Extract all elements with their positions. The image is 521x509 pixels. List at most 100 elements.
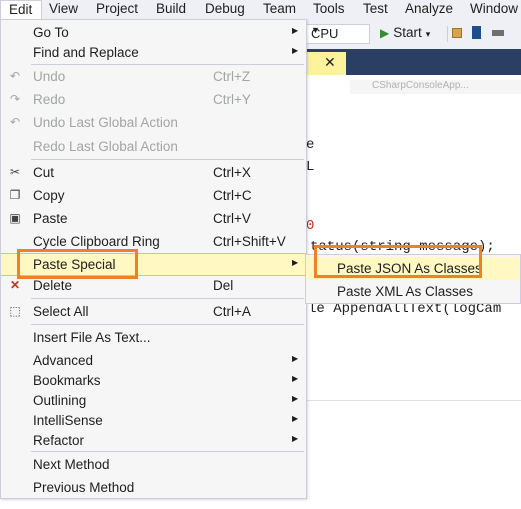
document-tab-strip: ✕ <box>306 49 521 75</box>
highlight-box <box>314 245 482 278</box>
submenu-arrow-icon: ▶ <box>292 26 299 35</box>
menu-item-label: Cycle Clipboard Ring <box>33 234 160 249</box>
platform-dropdown[interactable]: CPU ▼ <box>306 24 370 44</box>
redo-icon: ↷ <box>9 92 21 106</box>
menu-item-next-method[interactable]: Next Method <box>1 454 306 476</box>
menu-item-label: Redo <box>33 92 66 107</box>
menu-separator <box>31 324 304 325</box>
submenu-arrow-icon: ▶ <box>292 374 299 383</box>
menu-analyze[interactable]: Analyze <box>405 1 453 16</box>
toolbar-divider <box>447 26 448 42</box>
chevron-down-icon: ▾ <box>425 29 431 39</box>
menu-item-label: Redo Last Global Action <box>33 139 178 154</box>
menu-item-shortcut: Del <box>213 278 234 293</box>
menu-item-label: Paste XML As Classes <box>337 284 474 299</box>
menu-item-undo[interactable]: ↶ Undo Ctrl+Z <box>1 66 306 88</box>
menu-window[interactable]: Window <box>470 1 518 16</box>
menu-item-label: Insert File As Text... <box>33 330 151 345</box>
submenu-arrow-icon: ▶ <box>292 414 299 423</box>
menu-item-select-all[interactable]: ⬚ Select All Ctrl+A <box>1 301 306 323</box>
menu-item-shortcut: Ctrl+Shift+V <box>213 234 286 249</box>
menu-item-shortcut: Ctrl+Y <box>213 92 251 107</box>
menu-item-refactor[interactable]: Refactor ▶ <box>1 430 306 450</box>
menu-item-find-and-replace[interactable]: Find and Replace ▶ <box>1 42 306 64</box>
menu-tools[interactable]: Tools <box>313 1 345 16</box>
menu-item-label: IntelliSense <box>33 413 103 428</box>
code-fragment: e <box>306 137 315 153</box>
menu-item-label: Previous Method <box>33 480 135 495</box>
menu-item-undo-last-global-action[interactable]: ↶ Undo Last Global Action <box>1 112 306 134</box>
menu-separator <box>31 451 304 452</box>
menu-project[interactable]: Project <box>96 1 138 16</box>
panel-divider <box>306 400 521 401</box>
menu-item-bookmarks[interactable]: Bookmarks ▶ <box>1 370 306 390</box>
menu-bar: Edit View Project Build Debug Team Tools… <box>0 0 521 19</box>
toolbar-overflow-icon[interactable] <box>492 30 504 36</box>
scissors-icon: ✂ <box>9 165 21 179</box>
menu-view[interactable]: View <box>49 1 78 16</box>
start-label: Start <box>393 25 422 40</box>
menu-item-label: Next Method <box>33 457 110 472</box>
menu-build[interactable]: Build <box>156 1 186 16</box>
menu-item-label: Select All <box>33 304 89 319</box>
menu-item-shortcut: Ctrl+V <box>213 211 251 226</box>
undo-global-icon: ↶ <box>9 115 21 129</box>
menu-item-cut[interactable]: ✂ Cut Ctrl+X <box>1 162 306 184</box>
menu-separator <box>31 159 304 160</box>
menu-item-advanced[interactable]: Advanced ▶ <box>1 350 306 370</box>
menu-team[interactable]: Team <box>263 1 296 16</box>
menu-item-redo-last-global-action[interactable]: Redo Last Global Action <box>1 136 306 158</box>
paste-icon: ▣ <box>9 211 21 225</box>
menu-item-label: Find and Replace <box>33 45 139 60</box>
submenu-arrow-icon: ▶ <box>292 394 299 403</box>
menu-item-paste[interactable]: ▣ Paste Ctrl+V <box>1 208 306 230</box>
menu-item-label: Paste <box>33 211 68 226</box>
toolbar: CPU ▼ ▶ Start ▾ <box>306 19 521 49</box>
close-icon[interactable]: ✕ <box>324 54 336 71</box>
delete-x-icon: ✕ <box>9 278 21 292</box>
menu-item-label: Delete <box>33 278 73 293</box>
menu-item-intellisense[interactable]: IntelliSense ▶ <box>1 410 306 430</box>
submenu-arrow-icon: ▶ <box>292 354 299 363</box>
submenu-arrow-icon: ▶ <box>292 258 299 267</box>
menu-test[interactable]: Test <box>363 1 388 16</box>
menu-item-label: Bookmarks <box>33 373 101 388</box>
bookmark-icon[interactable] <box>472 26 481 39</box>
menu-item-paste-xml-as-classes[interactable]: Paste XML As Classes <box>306 280 520 303</box>
menu-item-label: Undo <box>33 69 66 84</box>
undo-icon: ↶ <box>9 69 21 83</box>
copy-icon: ❐ <box>9 188 21 202</box>
menu-debug[interactable]: Debug <box>205 1 245 16</box>
highlight-box <box>17 249 138 279</box>
menu-item-shortcut: Ctrl+X <box>213 165 251 180</box>
menu-item-label: Advanced <box>33 353 94 368</box>
select-all-icon: ⬚ <box>9 304 21 318</box>
menu-item-outlining[interactable]: Outlining ▶ <box>1 390 306 410</box>
menu-item-label: Undo Last Global Action <box>33 115 178 130</box>
menu-separator <box>31 64 304 65</box>
menu-item-insert-file-as-text[interactable]: Insert File As Text... <box>1 327 306 349</box>
menu-item-previous-method[interactable]: Previous Method <box>1 477 306 499</box>
menu-item-shortcut: Ctrl+A <box>213 304 251 319</box>
code-fragment: L <box>306 159 315 175</box>
chevron-down-icon: ▼ <box>311 25 320 35</box>
submenu-arrow-icon: ▶ <box>292 46 299 55</box>
menu-item-copy[interactable]: ❐ Copy Ctrl+C <box>1 185 306 207</box>
code-editor[interactable] <box>306 75 521 400</box>
menu-item-label: Refactor <box>33 433 85 448</box>
submenu-arrow-icon: ▶ <box>292 434 299 443</box>
menu-edit[interactable]: Edit <box>0 0 42 19</box>
start-button[interactable]: ▶ Start ▾ <box>380 25 430 40</box>
menu-item-go-to[interactable]: Go To ▶ <box>1 22 306 44</box>
menu-item-shortcut: Ctrl+C <box>213 188 252 203</box>
breadcrumb[interactable]: CSharpConsoleApp... <box>350 80 521 94</box>
menu-item-label: Cut <box>33 165 55 180</box>
menu-item-label: Go To <box>33 25 69 40</box>
play-icon: ▶ <box>380 26 390 40</box>
menu-separator <box>31 298 304 299</box>
hot-reload-icon[interactable] <box>452 28 462 38</box>
menu-item-label: Copy <box>33 188 65 203</box>
code-fragment: 0 <box>306 218 315 234</box>
document-tab[interactable]: ✕ <box>306 52 346 75</box>
menu-item-redo[interactable]: ↷ Redo Ctrl+Y <box>1 89 306 111</box>
